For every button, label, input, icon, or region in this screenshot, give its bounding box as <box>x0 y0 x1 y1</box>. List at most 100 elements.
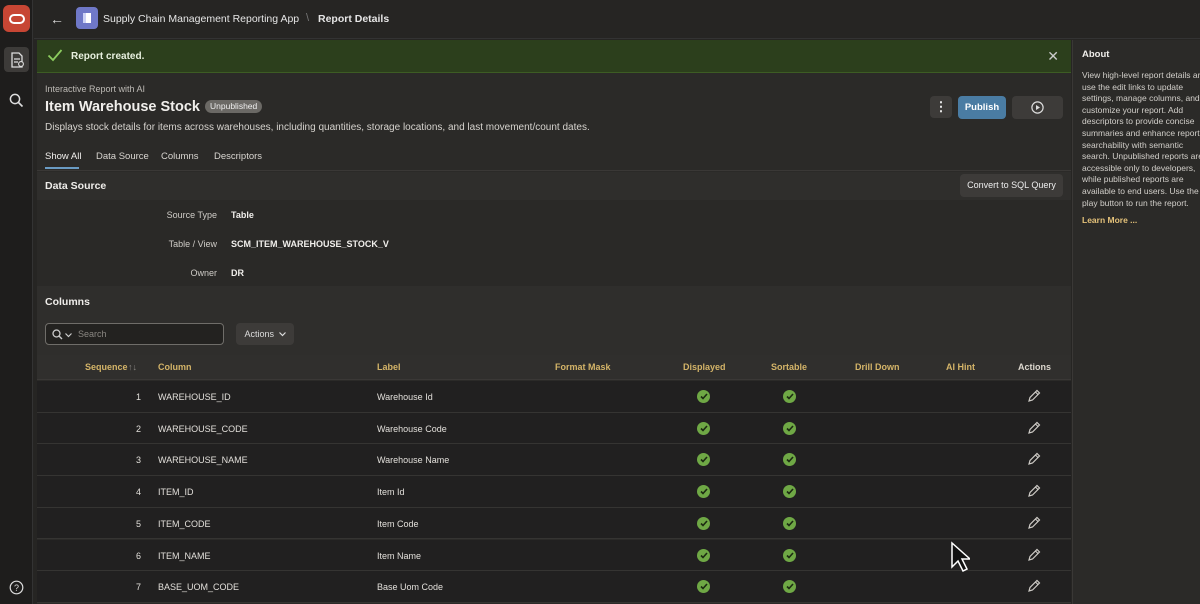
more-actions-button[interactable]: ⋮ <box>930 96 952 118</box>
sortable-check-icon <box>783 390 796 403</box>
edit-pencil-icon[interactable] <box>1027 452 1041 471</box>
header-format-mask[interactable]: Format Mask <box>555 362 611 372</box>
row-column-name: ITEM_NAME <box>158 550 211 561</box>
toast-message: Report created. <box>71 51 145 62</box>
edit-pencil-icon[interactable] <box>1027 389 1041 408</box>
svg-text:?: ? <box>14 583 19 593</box>
table-row: 7 BASE_UOM_CODE Base Uom Code <box>37 571 1071 603</box>
edit-pencil-icon[interactable] <box>1027 421 1041 440</box>
sortable-check-icon <box>783 421 796 435</box>
row-column-name: WAREHOUSE_ID <box>158 392 231 402</box>
help-icon[interactable]: ? <box>4 575 29 600</box>
header-column[interactable]: Column <box>158 362 192 372</box>
mouse-cursor-icon <box>950 541 972 578</box>
edit-pencil-icon[interactable] <box>1027 548 1041 567</box>
header-drill-down[interactable]: Drill Down <box>855 362 900 372</box>
tab-descriptors[interactable]: Descriptors <box>214 151 262 162</box>
header-sequence[interactable]: Sequence <box>85 362 128 372</box>
row-sequence: 3 <box>135 455 141 466</box>
tab-columns[interactable]: Columns <box>161 151 199 162</box>
displayed-check-icon <box>697 390 710 403</box>
row-sequence: 1 <box>135 392 141 402</box>
displayed-check-icon <box>697 548 710 562</box>
row-sequence: 6 <box>135 550 141 561</box>
report-builder-icon[interactable] <box>4 47 29 72</box>
learn-more-link[interactable]: Learn More ... <box>1082 215 1137 225</box>
edit-pencil-icon[interactable] <box>1027 484 1041 503</box>
report-subtitle: Interactive Report with AI <box>45 84 146 94</box>
app-icon[interactable] <box>76 7 98 29</box>
status-badge: Unpublished <box>205 100 263 113</box>
tab-data-source[interactable]: Data Source <box>96 151 149 162</box>
displayed-check-icon <box>697 580 710 594</box>
column-search-input[interactable]: Search <box>45 323 224 345</box>
chevron-down-icon <box>65 333 72 338</box>
breadcrumb-current: Report Details <box>318 13 390 25</box>
main-content: Report created. ✕ Interactive Report wit… <box>37 40 1071 604</box>
publish-button[interactable]: Publish <box>958 96 1006 119</box>
search-icon <box>52 329 63 340</box>
data-source-heading: Data Source <box>45 180 107 192</box>
table-row: 5 ITEM_CODE Item Code <box>37 507 1071 540</box>
table-view-value: SCM_ITEM_WAREHOUSE_STOCK_V <box>231 239 389 249</box>
sortable-check-icon <box>783 548 796 562</box>
sortable-check-icon <box>783 580 796 594</box>
row-label: Warehouse Name <box>377 455 450 466</box>
chevron-down-icon <box>278 332 286 337</box>
source-type-label: Source Type <box>166 210 217 220</box>
edit-pencil-icon[interactable] <box>1027 579 1041 598</box>
page-title: Item Warehouse Stock <box>45 99 200 115</box>
about-heading: About <box>1082 49 1110 60</box>
header-sortable[interactable]: Sortable <box>771 362 807 372</box>
row-sequence: 7 <box>135 582 141 593</box>
row-label: Warehouse Code <box>377 423 447 434</box>
edit-pencil-icon[interactable] <box>1027 516 1041 535</box>
row-column-name: WAREHOUSE_CODE <box>158 423 248 434</box>
columns-table-header: Sequence ↑↓ Column Label Format Mask Dis… <box>37 355 1071 380</box>
actions-menu-button[interactable]: Actions <box>236 323 294 345</box>
header-displayed[interactable]: Displayed <box>683 362 726 372</box>
row-column-name: ITEM_ID <box>158 487 194 498</box>
breadcrumb-app[interactable]: Supply Chain Management Reporting App <box>103 13 299 25</box>
displayed-check-icon <box>697 421 710 435</box>
data-source-details: Source Type Table Table / View SCM_ITEM_… <box>37 200 1071 286</box>
data-source-header: Data Source <box>37 172 1071 200</box>
owner-value: DR <box>231 268 244 278</box>
row-column-name: BASE_UOM_CODE <box>158 582 240 593</box>
displayed-check-icon <box>697 516 710 530</box>
table-row: 6 ITEM_NAME Item Name <box>37 539 1071 572</box>
breadcrumb-separator: \ <box>306 12 310 24</box>
close-icon[interactable]: ✕ <box>1047 48 1059 65</box>
header-ai-hint[interactable]: AI Hint <box>946 362 975 372</box>
owner-label: Owner <box>190 268 217 278</box>
table-row: 4 ITEM_ID Item Id <box>37 476 1071 508</box>
about-panel: About View high-level report details and… <box>1072 40 1200 604</box>
row-label: Item Name <box>377 550 422 561</box>
active-tab-indicator <box>45 167 79 169</box>
row-label: Base Uom Code <box>377 582 444 593</box>
table-view-label: Table / View <box>168 239 217 249</box>
table-row: 1 WAREHOUSE_ID Warehouse Id <box>37 381 1071 413</box>
row-sequence: 4 <box>135 487 141 498</box>
header-label[interactable]: Label <box>377 362 401 372</box>
tab-show-all[interactable]: Show All <box>45 151 81 162</box>
sortable-check-icon <box>783 485 796 499</box>
displayed-check-icon <box>697 453 710 467</box>
convert-to-sql-button[interactable]: Convert to SQL Query <box>960 174 1063 197</box>
table-row: 2 WAREHOUSE_CODE Warehouse Code <box>37 412 1071 445</box>
row-label: Item Id <box>377 487 405 498</box>
play-icon <box>1031 101 1044 114</box>
run-report-button[interactable] <box>1012 96 1063 119</box>
row-sequence: 2 <box>135 423 141 434</box>
source-type-value: Table <box>231 210 254 220</box>
sortable-check-icon <box>783 516 796 530</box>
row-sequence: 5 <box>135 518 141 529</box>
oracle-logo-icon[interactable] <box>3 5 30 32</box>
header-actions: Actions <box>1018 362 1052 372</box>
back-arrow-icon[interactable]: ← <box>50 11 64 27</box>
sort-arrow-icon[interactable]: ↑↓ <box>128 362 137 372</box>
columns-heading: Columns <box>45 296 90 308</box>
top-bar: ← Supply Chain Management Reporting App … <box>34 0 1200 39</box>
search-icon[interactable] <box>4 88 29 113</box>
report-description: Displays stock details for items across … <box>45 122 590 133</box>
